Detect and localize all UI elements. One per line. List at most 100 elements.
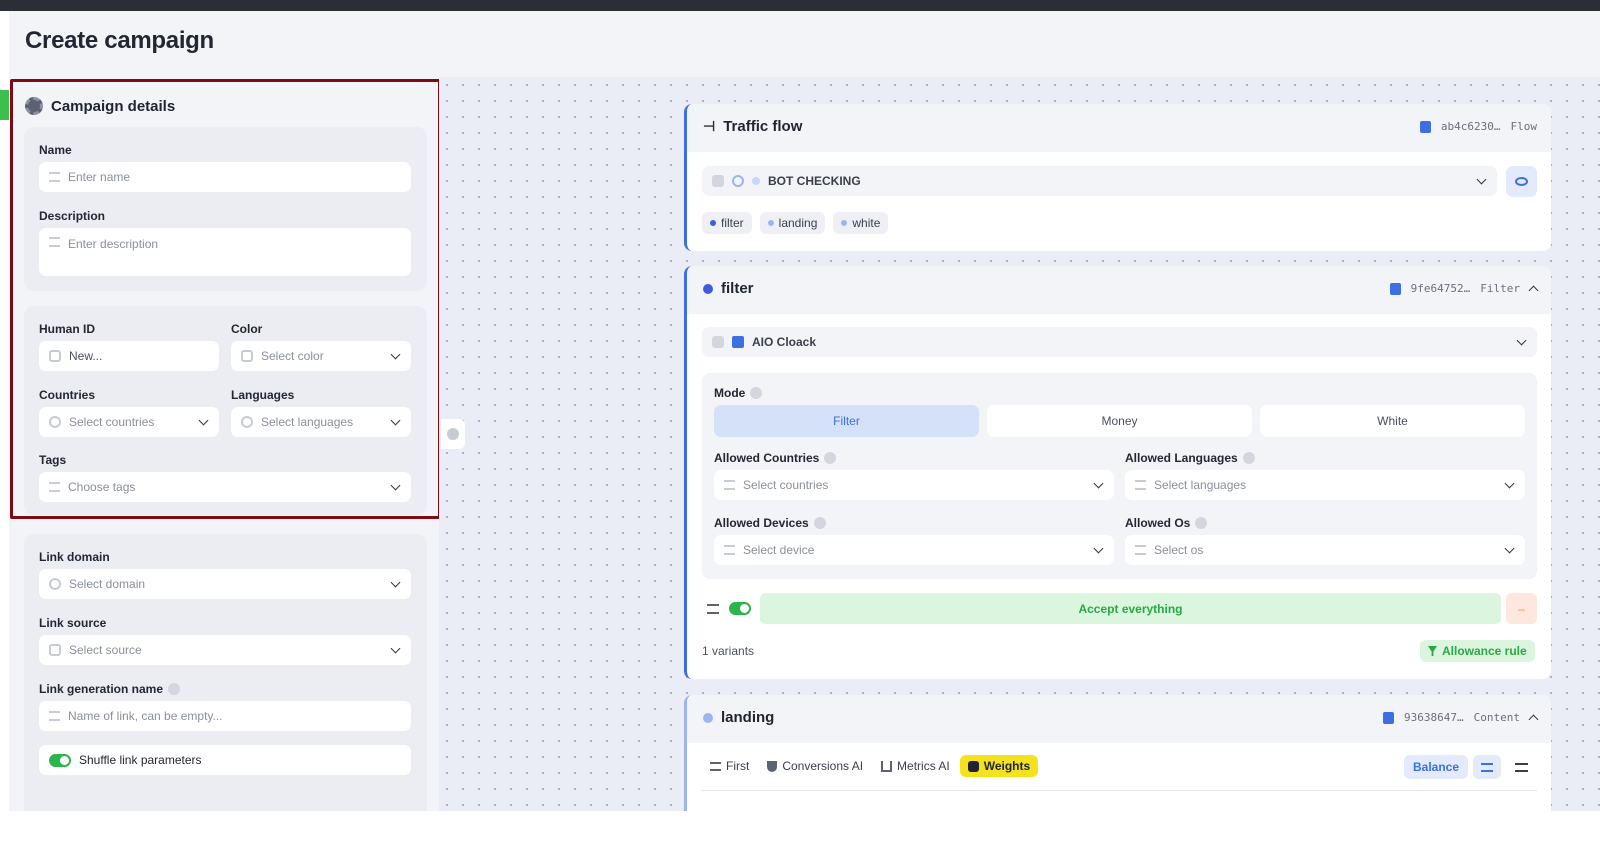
filter-node[interactable]: filter 9fe64752… Filter AIO Cloack Mode xyxy=(684,266,1551,679)
chip-landing[interactable]: landing xyxy=(759,212,826,234)
filter-square-icon xyxy=(712,175,724,187)
chevron-down-icon xyxy=(1476,174,1487,185)
allowed-languages-text: Allowed Languages xyxy=(1125,451,1238,465)
allowed-os-select[interactable]: Select os xyxy=(1125,535,1525,565)
chip-label: filter xyxy=(721,216,744,230)
allowed-languages-select[interactable]: Select languages xyxy=(1125,470,1525,500)
help-icon[interactable] xyxy=(1195,517,1208,529)
link-source-select[interactable]: Select source xyxy=(39,635,411,665)
remove-rule-button[interactable]: – xyxy=(1506,593,1537,624)
landing-header: landing 93638647… Content xyxy=(687,695,1551,743)
chip-filter[interactable]: filter xyxy=(702,212,752,234)
allowed-countries-text: Allowed Countries xyxy=(714,451,820,465)
allowed-countries-label: Allowed Countries xyxy=(714,451,837,465)
help-icon[interactable] xyxy=(1242,452,1255,464)
landing-node[interactable]: landing 93638647… Content First Conversi… xyxy=(684,695,1551,811)
allowed-devices-text: Allowed Devices xyxy=(714,516,809,530)
tab-weights-label: Weights xyxy=(983,759,1031,773)
chevron-up-icon[interactable] xyxy=(1528,285,1539,295)
shuffle-row: Shuffle link parameters xyxy=(39,745,411,775)
cloak-select-value: AIO Cloack xyxy=(752,335,817,349)
copy-icon[interactable] xyxy=(1389,282,1401,295)
list-icon xyxy=(710,761,721,771)
chevron-down-icon xyxy=(390,577,401,588)
traffic-flow-title: Traffic flow xyxy=(723,118,803,135)
allowed-countries-select[interactable]: Select countries xyxy=(714,470,1114,500)
traffic-flow-id[interactable]: ab4c6230… xyxy=(1441,120,1501,133)
flow-select-value: BOT CHECKING xyxy=(768,174,861,188)
chip-white[interactable]: white xyxy=(833,212,889,234)
mode-money-button[interactable]: Money xyxy=(987,405,1252,437)
globe-icon xyxy=(49,578,61,590)
allowed-countries-placeholder: Select countries xyxy=(743,478,829,492)
sliders-icon xyxy=(1514,762,1528,772)
tab-conversions-ai[interactable]: Conversions AI xyxy=(759,755,871,777)
shuffle-toggle[interactable] xyxy=(49,753,71,767)
allowed-devices-label: Allowed Devices xyxy=(714,516,826,530)
collapse-panel-handle[interactable] xyxy=(441,419,465,449)
chevron-down-icon xyxy=(1504,543,1515,554)
allowed-os-text: Allowed Os xyxy=(1125,516,1191,530)
filter-title: filter xyxy=(721,280,754,297)
list-view-icon xyxy=(1481,762,1493,772)
page-header: Create campaign xyxy=(9,11,1600,77)
list-icon xyxy=(724,480,735,490)
landing-divider xyxy=(702,790,1537,791)
chevron-left-icon xyxy=(447,428,459,440)
tab-weights[interactable]: Weights xyxy=(959,755,1039,777)
link-gen-name-input[interactable]: Name of link, can be empty... xyxy=(39,701,411,731)
eye-button[interactable] xyxy=(1506,166,1537,197)
aio-cloak-icon xyxy=(732,336,744,348)
flow-select[interactable]: BOT CHECKING xyxy=(702,166,1497,196)
rule-toggle[interactable] xyxy=(729,602,751,615)
eye-icon xyxy=(1515,177,1528,186)
allowed-devices-select[interactable]: Select device xyxy=(714,535,1114,565)
copy-icon[interactable] xyxy=(1383,711,1395,724)
copy-icon[interactable] xyxy=(1419,120,1431,133)
chip-dot xyxy=(710,220,716,226)
link-gen-name-text: Link generation name xyxy=(39,682,164,696)
traffic-flow-title-row: ⊣ Traffic flow xyxy=(703,118,802,135)
traffic-flow-node[interactable]: ⊣ Traffic flow ab4c6230… Flow BOT CHECKI… xyxy=(684,104,1551,251)
filter-type: Filter xyxy=(1480,282,1520,295)
help-icon[interactable] xyxy=(813,517,826,529)
allowed-languages-placeholder: Select languages xyxy=(1154,478,1247,492)
bar-chart-icon xyxy=(881,760,893,772)
drag-handle-icon[interactable] xyxy=(707,604,719,614)
weight-icon xyxy=(967,760,979,772)
chevron-down-icon xyxy=(1093,478,1104,489)
link-domain-select[interactable]: Select domain xyxy=(39,569,411,599)
allowed-os-placeholder: Select os xyxy=(1154,543,1204,557)
accept-rule-bar[interactable]: Accept everything xyxy=(760,593,1501,624)
chip-dot xyxy=(841,220,848,226)
allowance-rule-label: Allowance rule xyxy=(1442,644,1527,658)
allowance-rule-button[interactable]: Allowance rule xyxy=(1420,640,1535,662)
landing-dot-icon xyxy=(703,712,713,723)
chevron-up-icon[interactable] xyxy=(1528,714,1539,724)
mode-label-text: Mode xyxy=(714,386,746,400)
filter-id[interactable]: 9fe64752… xyxy=(1411,282,1471,295)
settings-sliders-button[interactable] xyxy=(1507,755,1535,779)
link-source-label: Link source xyxy=(39,616,107,630)
flow-icon: ⊣ xyxy=(703,118,716,134)
link-domain-label: Link domain xyxy=(39,550,110,564)
flow-canvas[interactable]: ⊣ Traffic flow ab4c6230… Flow BOT CHECKI… xyxy=(439,77,1600,811)
help-icon[interactable] xyxy=(750,387,763,399)
balance-button[interactable]: Balance xyxy=(1404,755,1469,779)
allowed-languages-label: Allowed Languages xyxy=(1125,451,1255,465)
help-icon[interactable] xyxy=(168,683,181,695)
filter-meta: 9fe64752… Filter xyxy=(1389,282,1539,295)
tab-first[interactable]: First xyxy=(702,755,757,777)
os-top-strip xyxy=(0,0,1600,11)
tab-metrics-ai[interactable]: Metrics AI xyxy=(873,755,958,777)
landing-title: landing xyxy=(721,709,775,726)
tab-first-label: First xyxy=(726,759,750,773)
selection-highlight-box xyxy=(10,79,441,519)
landing-id[interactable]: 93638647… xyxy=(1404,711,1464,724)
help-icon[interactable] xyxy=(824,452,837,464)
mode-filter-button[interactable]: Filter xyxy=(714,405,979,437)
landing-title-row: landing xyxy=(703,709,774,726)
cloak-select[interactable]: AIO Cloack xyxy=(702,327,1537,357)
mode-white-button[interactable]: White xyxy=(1260,405,1525,437)
list-view-button[interactable] xyxy=(1473,755,1501,779)
